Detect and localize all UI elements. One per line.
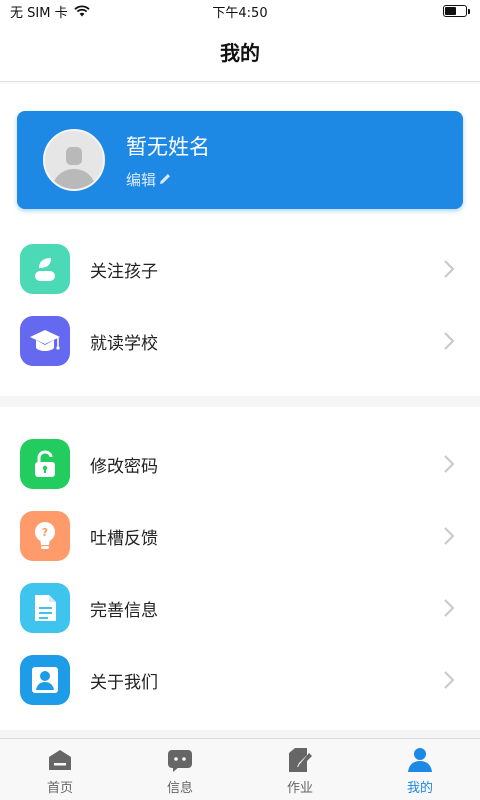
chevron-right-icon: [444, 671, 455, 689]
document-icon: [35, 595, 56, 621]
graduation-cap-icon: [30, 330, 60, 351]
tab-label: 我的: [406, 781, 433, 796]
profile-icon: [408, 748, 432, 772]
battery-icon: [443, 5, 470, 17]
profile-name: 暂无姓名: [126, 134, 210, 159]
child-icon: [35, 258, 55, 281]
menu-item-school[interactable]: 就读学校: [0, 305, 480, 377]
unlock-icon: [35, 450, 55, 477]
menu-item-complete-info[interactable]: 完善信息: [0, 572, 480, 644]
tab-label: 作业: [286, 781, 313, 796]
menu-item-follow-child[interactable]: 关注孩子: [0, 233, 480, 305]
menu-label: 吐槽反馈: [90, 528, 158, 549]
carrier-text: 无 SIM 卡: [10, 5, 68, 21]
wifi-icon: [73, 5, 90, 17]
menu-section-1: 关注孩子 就读学校: [0, 233, 480, 377]
chevron-right-icon: [444, 527, 455, 545]
menu-label: 就读学校: [90, 333, 158, 354]
lightbulb-icon: ?: [35, 522, 55, 549]
tab-homework[interactable]: 作业: [240, 739, 360, 800]
profile-info: 暂无姓名 编辑: [126, 131, 210, 190]
tab-profile[interactable]: 我的: [360, 739, 480, 800]
menu-icon-bg: [20, 244, 70, 294]
menu-label: 修改密码: [90, 456, 158, 477]
menu-label: 完善信息: [90, 600, 158, 621]
menu-item-change-password[interactable]: 修改密码: [0, 428, 480, 500]
page-title: 我的: [220, 41, 260, 65]
edit-profile-link[interactable]: 编辑: [126, 169, 210, 190]
tab-bar: 首页 信息 作业 我的: [0, 738, 480, 800]
bottom-divider: [0, 730, 480, 738]
edit-label: 编辑: [126, 170, 157, 189]
section-divider: [0, 396, 480, 407]
avatar[interactable]: [43, 129, 105, 191]
tab-messages[interactable]: 信息: [120, 739, 240, 800]
chevron-right-icon: [444, 332, 455, 350]
menu-label: 关注孩子: [90, 261, 158, 282]
menu-icon-bg: [20, 439, 70, 489]
chevron-right-icon: [444, 260, 455, 278]
homework-icon: [289, 748, 312, 772]
menu-icon-bg: [20, 655, 70, 705]
menu-section-2: 修改密码 ? 吐槽反馈 完善信息 关于我们: [0, 428, 480, 716]
battery-level-fill: [445, 7, 456, 15]
message-icon: [168, 750, 192, 772]
status-left: 无 SIM 卡: [10, 2, 90, 21]
nav-header: 我的: [0, 22, 480, 82]
menu-icon-bg: [20, 316, 70, 366]
svg-text:?: ?: [42, 526, 48, 539]
menu-icon-bg: [20, 583, 70, 633]
tab-home[interactable]: 首页: [0, 739, 120, 800]
profile-card[interactable]: 暂无姓名 编辑: [17, 111, 463, 209]
pencil-icon: [160, 174, 171, 184]
chevron-right-icon: [444, 455, 455, 473]
menu-item-feedback[interactable]: ? 吐槽反馈: [0, 500, 480, 572]
screen: 无 SIM 卡 下午4:50 我的 暂无姓名 编辑 关注孩子 就读学校 修改密码…: [0, 0, 480, 800]
user-icon: [32, 667, 58, 693]
tab-label: 首页: [46, 781, 73, 796]
menu-label: 关于我们: [90, 672, 158, 693]
person-placeholder-icon: [52, 147, 96, 189]
tab-label: 信息: [166, 781, 193, 796]
status-bar: 无 SIM 卡 下午4:50: [0, 0, 480, 22]
chevron-right-icon: [444, 599, 455, 617]
menu-icon-bg: ?: [20, 511, 70, 561]
menu-item-about-us[interactable]: 关于我们: [0, 644, 480, 716]
home-icon: [49, 750, 71, 770]
